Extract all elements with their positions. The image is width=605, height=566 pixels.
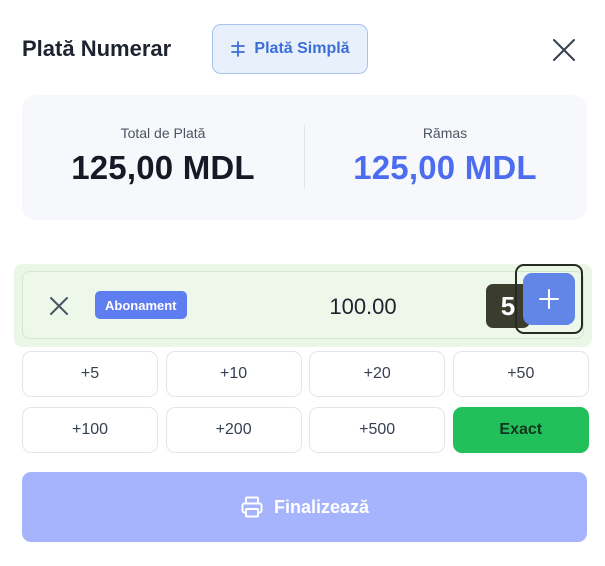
total-value: 125,00 MDL xyxy=(71,149,255,186)
payment-summary: Total de Plată 125,00 MDL Rămas 125,00 M… xyxy=(22,95,587,220)
payment-type-badge[interactable]: Abonament xyxy=(95,291,187,319)
add-payment-button[interactable] xyxy=(523,273,575,325)
quick-amount-grid: +5 +10 +20 +50 +100 +200 +500 Exact xyxy=(22,351,589,453)
finalize-button[interactable]: Finalizează xyxy=(22,472,587,542)
quick-amount-button[interactable]: +50 xyxy=(452,351,589,397)
total-section: Total de Plată 125,00 MDL xyxy=(22,125,304,187)
payment-mode-button[interactable]: Plată Simplă xyxy=(212,24,368,74)
split-icon xyxy=(230,41,246,57)
quick-amount-button[interactable]: +500 xyxy=(309,407,446,453)
quick-amount-button[interactable]: +20 xyxy=(309,351,446,397)
payment-mode-label: Plată Simplă xyxy=(254,40,350,57)
dialog-header: Plată Numerar Plată Simplă xyxy=(22,24,582,74)
remaining-section: Rămas 125,00 MDL xyxy=(304,125,586,187)
quick-amount-button[interactable]: +10 xyxy=(165,351,302,397)
quick-amount-button[interactable]: +200 xyxy=(165,407,302,453)
dialog-title: Plată Numerar xyxy=(22,36,172,61)
finalize-label: Finalizează xyxy=(273,496,370,517)
close-button[interactable] xyxy=(550,36,578,64)
quick-amount-button[interactable]: +5 xyxy=(22,351,158,397)
remaining-value: 125,00 MDL xyxy=(353,149,537,186)
payment-entry-row: Abonament 100.00 5 xyxy=(14,264,592,347)
close-icon xyxy=(50,297,68,315)
close-icon xyxy=(553,39,575,61)
plus-icon xyxy=(539,289,559,309)
remove-entry-button[interactable] xyxy=(47,294,71,318)
quick-amount-button[interactable]: +100 xyxy=(22,407,158,453)
exact-amount-button[interactable]: Exact xyxy=(452,407,589,453)
amount-field[interactable]: 100.00 xyxy=(273,294,453,320)
total-label: Total de Plată xyxy=(120,125,206,141)
payment-entry: Abonament 100.00 5 xyxy=(22,271,584,339)
remaining-label: Rămas xyxy=(422,125,468,141)
printer-icon xyxy=(241,496,263,518)
